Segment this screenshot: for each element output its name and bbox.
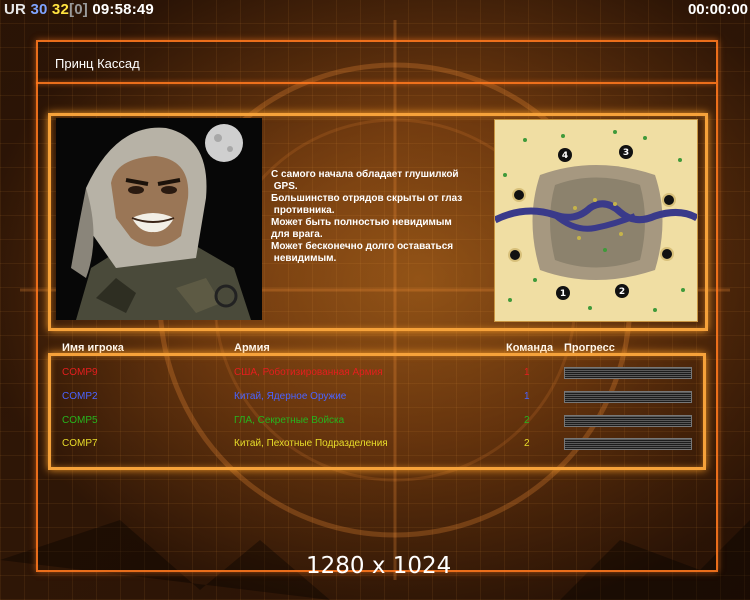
player-army: ГЛА, Секретные Войска (234, 415, 345, 426)
description-line: противника. (271, 205, 335, 216)
portrait-image (56, 118, 262, 320)
general-portrait (56, 118, 262, 320)
system-clock: 09:58:49 (92, 1, 154, 18)
description-line: С самого начала обладает глушилкой (271, 169, 459, 180)
player-row: COMP7 Китай, Пехотные Подразделения 2 (0, 438, 750, 452)
player-name: COMP7 (62, 438, 98, 449)
start-position-4: 4 (562, 151, 568, 161)
hud-value-c: [0] (69, 1, 88, 18)
player-row: COMP2 Китай, Ядерное Оружие 1 (0, 391, 750, 405)
faction-code: UR (4, 1, 27, 18)
general-name-title: Принц Кассад (55, 56, 140, 71)
hud-value-b: 32 (51, 1, 70, 18)
start-position-3: 3 (623, 148, 629, 158)
player-name: COMP5 (62, 415, 98, 426)
game-timer: 00:00:00 (687, 1, 748, 18)
general-description: С самого начала обладает глушилкой GPS. … (271, 169, 489, 265)
player-team: 1 (524, 367, 530, 378)
description-line: Большинство отрядов скрыты от глаз (271, 193, 463, 204)
start-position-2: 2 (619, 287, 625, 297)
progress-bar (564, 438, 692, 450)
player-team: 1 (524, 391, 530, 402)
description-line: GPS. (271, 181, 298, 192)
player-army: Китай, Ядерное Оружие (234, 391, 347, 402)
start-position-1: 1 (560, 289, 566, 299)
minimap-image: 1 2 3 4 (495, 120, 697, 321)
resolution-label: 1280 x 1024 (306, 553, 452, 579)
player-name: COMP9 (62, 367, 98, 378)
minimap: 1 2 3 4 (494, 119, 698, 322)
description-line: Может бесконечно долго оставаться (271, 241, 454, 252)
progress-bar (564, 367, 692, 379)
progress-bar (564, 391, 692, 403)
player-army: США, Роботизированная Армия (234, 367, 383, 378)
description-line: для врага. (271, 229, 323, 240)
description-line: Может быть полностью невидимым (271, 217, 452, 228)
hud-value-a: 30 (30, 1, 48, 18)
player-row: COMP9 США, Роботизированная Армия 1 (0, 367, 750, 381)
player-army: Китай, Пехотные Подразделения (234, 438, 388, 449)
title-divider (36, 82, 716, 84)
player-team: 2 (524, 415, 530, 426)
progress-bar (564, 415, 692, 427)
description-line: невидимым. (271, 253, 337, 264)
hud-resources: UR 30 32[0] 09:58:49 (4, 1, 154, 18)
player-name: COMP2 (62, 391, 98, 402)
player-row: COMP5 ГЛА, Секретные Войска 2 (0, 415, 750, 429)
player-team: 2 (524, 438, 530, 449)
